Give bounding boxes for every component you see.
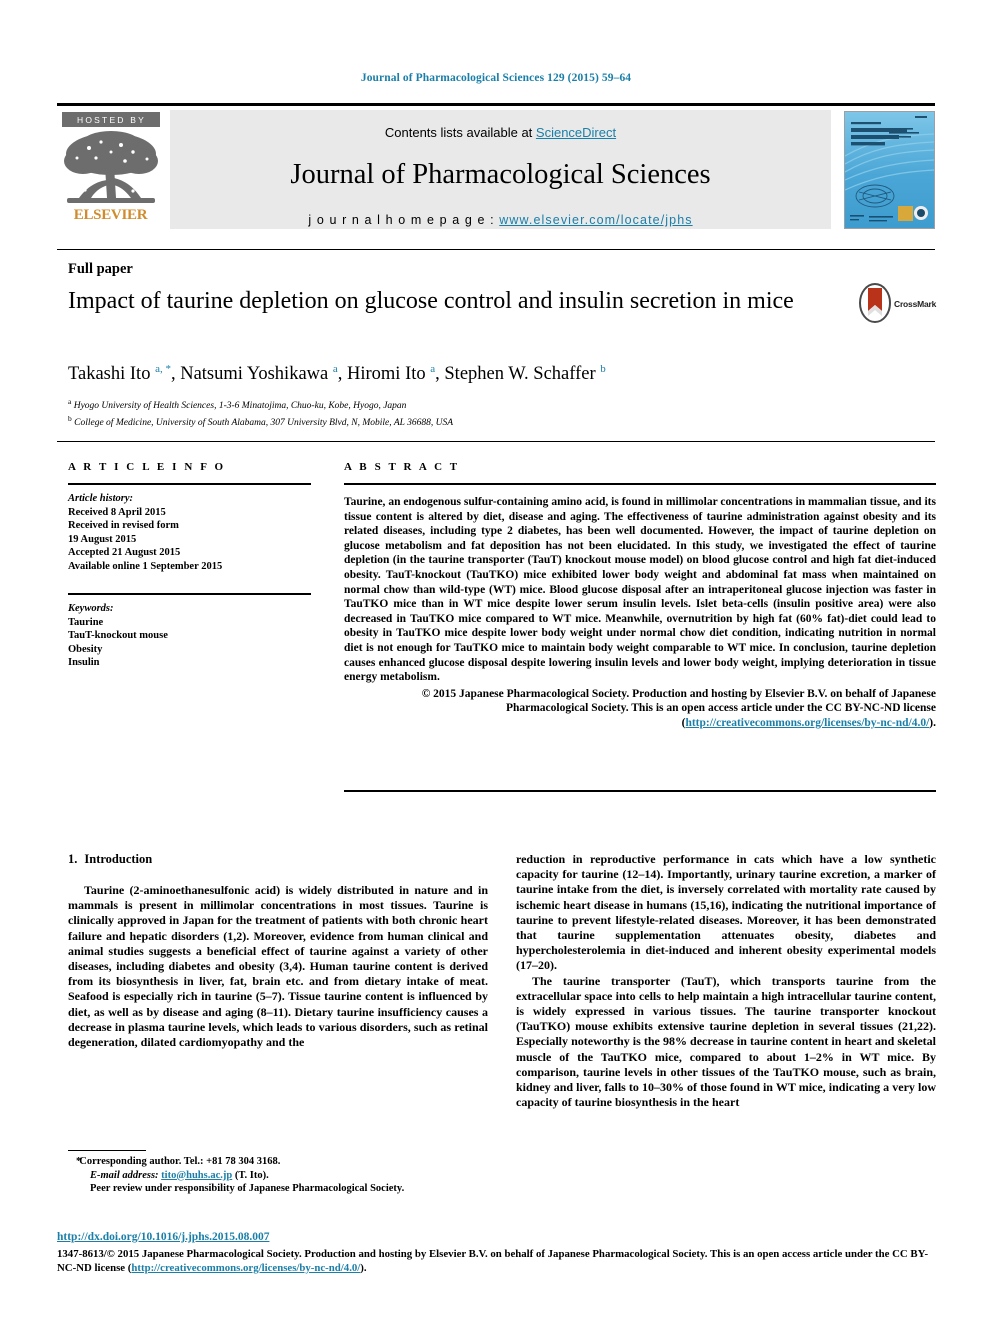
journal-homepage-line: j o u r n a l h o m e p a g e : www.else…: [170, 213, 831, 227]
keywords-rule: [68, 593, 311, 595]
elsevier-logo-block: HOSTED BY ELSEVIER: [57, 110, 164, 229]
abstract-bottom-rule: [344, 790, 936, 792]
email-tail: (T. Ito).: [232, 1169, 269, 1181]
doi-link[interactable]: http://dx.doi.org/10.1016/j.jphs.2015.08…: [57, 1231, 269, 1243]
body-paragraph: The taurine transporter (TauT), which tr…: [516, 973, 936, 1110]
abstract-copyright: © 2015 Japanese Pharmacological Society.…: [344, 687, 936, 731]
homepage-label: j o u r n a l h o m e p a g e :: [308, 213, 500, 227]
paper-page: Journal of Pharmacological Sciences 129 …: [0, 0, 992, 1323]
history-item: Received 8 April 2015: [68, 506, 166, 518]
body-paragraph: Taurine (2-aminoethanesulfonic acid) is …: [68, 883, 488, 1050]
contents-prefix: Contents lists available at: [384, 125, 536, 140]
affiliation-item: a Hyogo University of Health Sciences, 1…: [68, 396, 888, 413]
affiliation-list: a Hyogo University of Health Sciences, 1…: [68, 396, 888, 429]
copyright-tail: ).: [929, 716, 936, 729]
journal-cover-thumbnail: [844, 111, 935, 229]
journal-homepage-link[interactable]: www.elsevier.com/locate/jphs: [499, 213, 692, 227]
keyword-item: Obesity: [68, 643, 103, 655]
abstract-text: Taurine, an endogenous sulfur-containing…: [344, 496, 936, 684]
author-list: Takashi Ito a, *, Natsumi Yoshikawa a, H…: [68, 363, 606, 385]
header-rule-top: [57, 249, 935, 250]
peer-review-note: Peer review under responsibility of Japa…: [90, 1183, 405, 1194]
article-history-label: Article history:: [68, 493, 134, 504]
body-column-right: reduction in reproductive performance in…: [516, 852, 936, 1110]
running-head: Journal of Pharmacological Sciences 129 …: [360, 72, 632, 84]
keyword-item: TauT-knockout mouse: [68, 630, 168, 641]
history-item: Received in revised form: [68, 520, 179, 531]
body-column-left: 1. Introduction Taurine (2-aminoethanesul…: [68, 852, 488, 1050]
article-info-heading: A R T I C L E I N F O: [68, 461, 226, 473]
affiliation-item: b College of Medicine, University of Sou…: [68, 413, 888, 430]
bottom-license-link[interactable]: http://creativecommons.org/licenses/by-n…: [131, 1262, 360, 1274]
sciencedirect-link[interactable]: ScienceDirect: [536, 125, 616, 140]
corresponding-author-text: Corresponding author. Tel.: +81 78 304 3…: [79, 1156, 281, 1167]
article-info-column: A R T I C L E I N F O Article history: R…: [68, 461, 311, 670]
crossmark-icon: [859, 283, 891, 323]
keywords-label: Keywords:: [68, 603, 114, 614]
page-title: Impact of taurine depletion on glucose c…: [68, 288, 794, 314]
affiliation-text: College of Medicine, University of South…: [74, 417, 454, 428]
license-statement: 1347-8613/© 2015 Japanese Pharmacologica…: [57, 1248, 937, 1275]
crossmark-badge[interactable]: CrossMark: [858, 283, 938, 329]
affiliation-text: Hyogo University of Health Sciences, 1-3…: [73, 401, 407, 412]
keywords-block: Keywords: Taurine TauT-knockout mouse Ob…: [68, 602, 311, 670]
abstract-rule: [344, 483, 936, 485]
elsevier-tree-icon: [57, 128, 164, 206]
corresponding-author-note: *Corresponding author. Tel.: +81 78 304 …: [68, 1155, 488, 1169]
section-number: 1.: [68, 852, 78, 866]
affiliation-marker: b: [68, 413, 72, 423]
history-item: Accepted 21 August 2015: [68, 547, 181, 558]
abstract-heading: A B S T R A C T: [344, 461, 460, 473]
article-history-block: Article history: Received 8 April 2015 R…: [68, 492, 311, 573]
elsevier-wordmark: ELSEVIER: [73, 207, 148, 223]
email-link[interactable]: tito@huhs.ac.jp: [161, 1170, 232, 1181]
article-info-rule: [68, 483, 311, 485]
history-item: Available online 1 September 2015: [68, 560, 223, 572]
footnote-rule: [68, 1150, 146, 1151]
journal-title: Journal of Pharmacological Sciences: [290, 159, 711, 190]
contents-list-line: Contents lists available at ScienceDirec…: [170, 110, 831, 140]
paper-type-label: Full paper: [68, 261, 133, 277]
affiliation-marker: a: [68, 397, 72, 406]
keyword-item: Taurine: [68, 616, 104, 628]
section-title: Introduction: [84, 852, 153, 866]
email-label: E-mail address:: [90, 1169, 159, 1181]
license-link[interactable]: http://creativecommons.org/licenses/by-n…: [685, 717, 929, 729]
hosted-by-label: HOSTED BY: [61, 112, 160, 127]
masthead-top-rule: [57, 103, 935, 106]
keyword-item: Insulin: [68, 657, 100, 668]
sciencedirect-panel: Contents lists available at ScienceDirec…: [170, 110, 831, 229]
email-note: E-mail address: tito@huhs.ac.jp (T. Ito)…: [68, 1169, 488, 1183]
header-rule-bottom: [57, 441, 935, 442]
footnote-block: *Corresponding author. Tel.: +81 78 304 …: [68, 1155, 488, 1196]
body-paragraph: reduction in reproductive performance in…: [516, 852, 936, 973]
journal-masthead: HOSTED BY ELSEVIER Contents lists availa…: [57, 103, 935, 229]
history-item: 19 August 2015: [68, 533, 137, 545]
crossmark-label: CrossMark: [894, 299, 937, 309]
license-tail-text: ).: [360, 1261, 367, 1274]
abstract-column: A B S T R A C T Taurine, an endogenous s…: [344, 461, 936, 731]
introduction-heading: 1. Introduction: [68, 852, 488, 867]
asterisk-icon: *: [76, 1156, 82, 1167]
